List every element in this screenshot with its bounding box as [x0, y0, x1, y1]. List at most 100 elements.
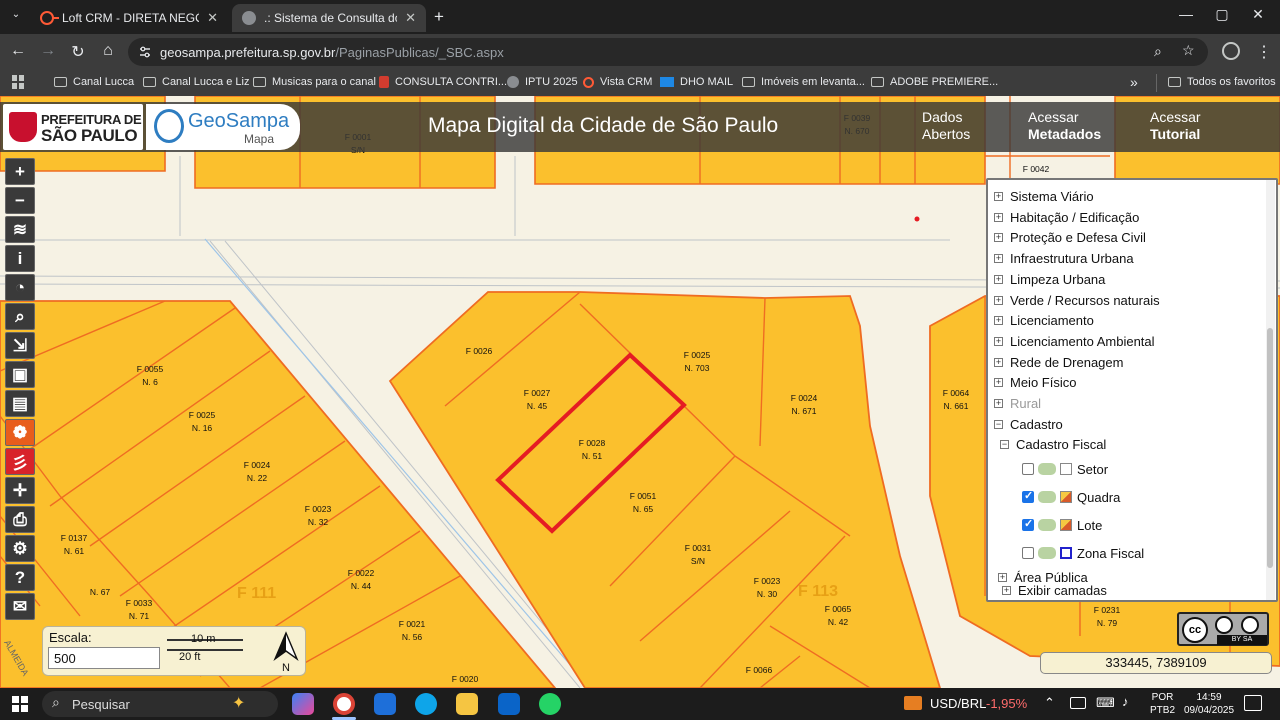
email-button[interactable]: ✉: [5, 593, 35, 620]
bookmark-adobe[interactable]: ADOBE PREMIERE...: [871, 76, 998, 88]
zoom-icon[interactable]: ⌕: [1154, 43, 1162, 60]
layer-checkbox[interactable]: [1022, 547, 1034, 560]
layer-item-licenciamento-ambiental[interactable]: + Licenciamento Ambiental: [994, 331, 1264, 352]
profile-icon[interactable]: [1222, 42, 1240, 60]
bookmark-consulta[interactable]: CONSULTA CONTRI...: [379, 76, 507, 88]
file-explorer-icon[interactable]: [456, 693, 478, 715]
reload-icon[interactable]: ↻: [66, 42, 90, 62]
all-favorites-folder[interactable]: Todos os favoritos: [1168, 76, 1276, 88]
maximize-button[interactable]: ▢: [1202, 6, 1242, 23]
collapse-icon[interactable]: −: [1000, 440, 1009, 450]
wifi-icon[interactable]: [1070, 697, 1086, 709]
layer-item-quadra[interactable]: Quadra: [1022, 483, 1276, 511]
chevron-up-icon[interactable]: ⌃: [1044, 695, 1055, 711]
help-button[interactable]: ?: [5, 564, 35, 591]
store-icon[interactable]: [374, 693, 396, 715]
search-button[interactable]: ⌕: [5, 303, 35, 330]
site-info-icon[interactable]: [139, 46, 151, 58]
layer-item-rede-de-drenagem[interactable]: + Rede de Drenagem: [994, 352, 1264, 373]
layer-item-setor[interactable]: Setor: [1022, 455, 1276, 483]
expand-icon[interactable]: +: [994, 233, 1003, 243]
network-icon[interactable]: ⌨: [1096, 695, 1115, 711]
expand-icon[interactable]: +: [994, 399, 1003, 408]
bookmark-canal-lucca-e-liz[interactable]: Canal Lucca e Liz: [143, 76, 249, 88]
tutorial-link[interactable]: Acessar Tutorial: [1150, 109, 1201, 143]
chrome-icon[interactable]: [333, 693, 355, 715]
layer-item-prote-o-e-defesa-civil[interactable]: + Proteção e Defesa Civil: [994, 227, 1264, 248]
back-icon[interactable]: ←: [6, 42, 30, 60]
layer-item-meio-f-sico[interactable]: + Meio Físico: [994, 372, 1264, 393]
panel-scrollbar[interactable]: [1266, 180, 1275, 600]
layer-item-verde-recursos-naturais[interactable]: + Verde / Recursos naturais: [994, 290, 1264, 311]
layer-item-cadastro[interactable]: − Cadastro: [994, 414, 1264, 435]
expand-icon[interactable]: +: [994, 212, 1003, 222]
windows-start-icon[interactable]: [12, 696, 28, 712]
measure-button[interactable]: ◔: [5, 274, 35, 301]
expand-icon[interactable]: +: [994, 336, 1003, 346]
close-icon[interactable]: ✕: [405, 10, 416, 26]
tab-geosampa[interactable]: .: Sistema de Consulta do Mapa ✕: [232, 4, 426, 32]
palette-button[interactable]: ❁: [5, 419, 35, 446]
layer-item-licenciamento[interactable]: + Licenciamento: [994, 310, 1264, 331]
bookmark-iptu[interactable]: IPTU 2025: [507, 76, 578, 88]
apps-icon[interactable]: [12, 75, 26, 89]
info-button[interactable]: i: [5, 245, 35, 272]
layer-item-infraestrutura-urbana[interactable]: + Infraestrutura Urbana: [994, 248, 1264, 269]
geosampa-logo[interactable]: GeoSampa Mapa: [146, 104, 300, 150]
taskbar-search[interactable]: ⌕ Pesquisar ✦: [42, 691, 278, 717]
currency-label[interactable]: USD/BRL: [930, 696, 986, 711]
zoom-out-button[interactable]: −: [5, 187, 35, 214]
print-button[interactable]: ⎙: [5, 506, 35, 533]
bookmark-musicas[interactable]: Musicas para o canal: [253, 76, 376, 88]
bookmark-vista-crm[interactable]: Vista CRM: [583, 76, 652, 88]
ruler-button[interactable]: ▤: [5, 390, 35, 417]
whatsapp-icon[interactable]: [539, 693, 561, 715]
layer-item-zona-fiscal[interactable]: Zona Fiscal: [1022, 539, 1276, 567]
expand-icon[interactable]: +: [994, 192, 1003, 201]
expand-icon[interactable]: +: [994, 254, 1003, 264]
layer-item-sistema-vi-rio[interactable]: + Sistema Viário: [994, 186, 1264, 207]
star-icon[interactable]: ☆: [1182, 42, 1195, 59]
prefeitura-logo[interactable]: PREFEITURA DE SÃO PAULO: [3, 104, 143, 150]
expand-icon[interactable]: +: [994, 316, 1003, 326]
address-bar[interactable]: geosampa.prefeitura.sp.gov.br/PaginasPub…: [128, 38, 1208, 66]
zoom-in-button[interactable]: +: [5, 158, 35, 185]
layer-item-limpeza-urbana[interactable]: + Limpeza Urbana: [994, 269, 1264, 290]
tab-search-icon[interactable]: ⌄: [8, 9, 24, 25]
notifications-icon[interactable]: [1244, 695, 1262, 711]
layer-checkbox[interactable]: [1022, 517, 1034, 532]
select-button[interactable]: ⇲: [5, 332, 35, 359]
scale-input[interactable]: 500: [48, 647, 160, 669]
dados-abertos-link[interactable]: Dados Abertos: [922, 109, 970, 143]
minimize-button[interactable]: —: [1166, 6, 1206, 22]
clock[interactable]: 14:59 09/04/2025: [1184, 691, 1234, 717]
new-tab-button[interactable]: +: [434, 7, 444, 27]
layer-item-rural[interactable]: + Rural: [994, 393, 1264, 414]
collapse-icon[interactable]: −: [994, 419, 1003, 429]
bookmark-canal-lucca[interactable]: Canal Lucca: [54, 76, 134, 88]
layer-item-lote[interactable]: Lote: [1022, 511, 1276, 539]
menu-icon[interactable]: ⋮: [1256, 42, 1272, 62]
layer-checkbox[interactable]: [1022, 489, 1034, 504]
save-button[interactable]: ▣: [5, 361, 35, 388]
more-bookmarks-button[interactable]: »: [1130, 74, 1138, 90]
forward-icon[interactable]: →: [36, 42, 60, 60]
pan-button[interactable]: ✛: [5, 477, 35, 504]
bookmark-imoveis[interactable]: Imóveis em levanta...: [742, 76, 865, 88]
layer-checkbox[interactable]: [1022, 463, 1034, 476]
metadados-link[interactable]: Acessar Metadados: [1028, 109, 1101, 143]
outlook-icon[interactable]: [498, 693, 520, 715]
draw-button[interactable]: 彡: [5, 448, 35, 475]
expand-icon[interactable]: +: [994, 378, 1003, 388]
bookmark-dho-mail[interactable]: DHO MAIL: [660, 76, 733, 88]
volume-icon[interactable]: ♪: [1122, 694, 1129, 709]
settings-button[interactable]: ⚙: [5, 535, 35, 562]
language-indicator[interactable]: POR PTB2: [1150, 691, 1175, 717]
expand-icon[interactable]: +: [994, 274, 1003, 284]
home-icon[interactable]: ⌂: [96, 42, 120, 60]
tab-loft-crm[interactable]: Loft CRM - DIRETA NEGÓCIOS I ✕: [30, 4, 228, 32]
close-window-button[interactable]: ✕: [1238, 6, 1278, 23]
exibir-camadas-button[interactable]: + Exibir camadas: [1002, 580, 1272, 600]
layer-item-habita-o-edifica-o[interactable]: + Habitação / Edificação: [994, 207, 1264, 228]
edge-icon[interactable]: [415, 693, 437, 715]
